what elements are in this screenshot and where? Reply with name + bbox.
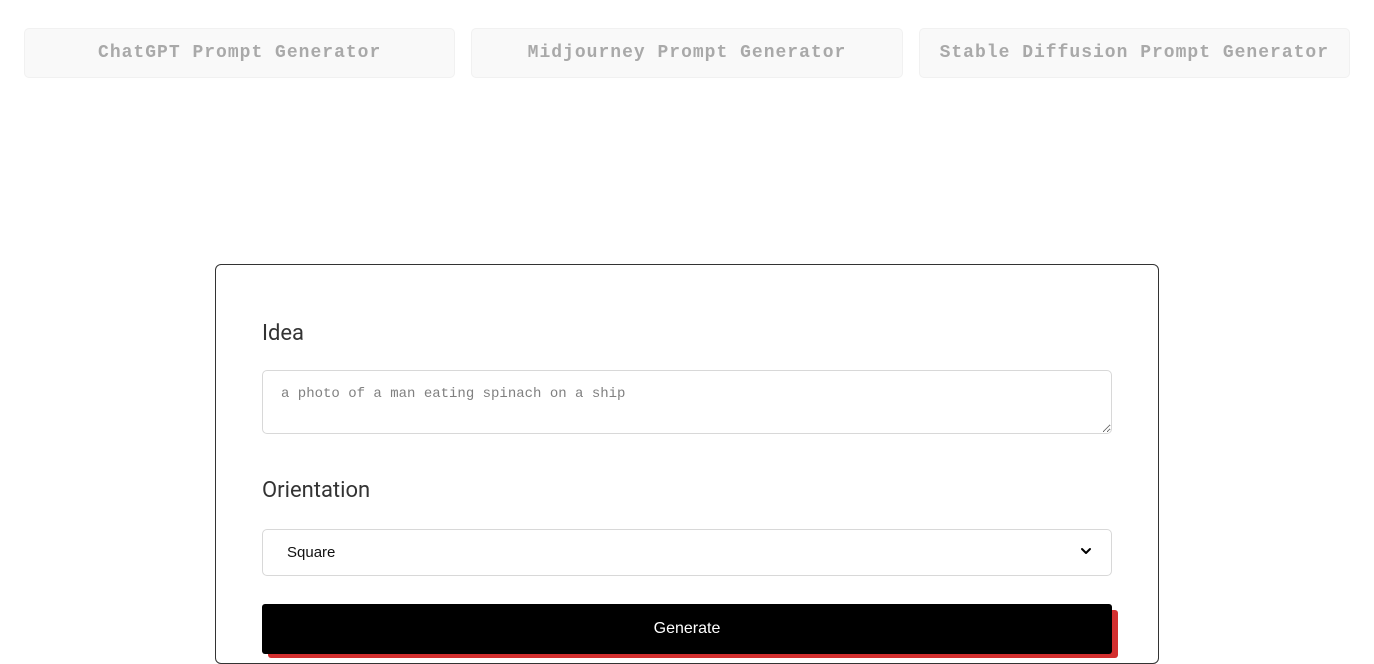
generator-tabs: ChatGPT Prompt Generator Midjourney Prom… <box>0 0 1374 78</box>
generate-row: Generate <box>262 604 1112 654</box>
generate-button[interactable]: Generate <box>262 604 1112 654</box>
prompt-form-card: Idea Orientation Square Generate <box>215 264 1159 664</box>
idea-label: Idea <box>262 321 1112 346</box>
orientation-select[interactable]: Square <box>262 529 1112 576</box>
orientation-label: Orientation <box>262 478 1112 503</box>
orientation-select-wrap: Square <box>262 529 1112 576</box>
tab-chatgpt[interactable]: ChatGPT Prompt Generator <box>24 28 455 78</box>
tab-midjourney[interactable]: Midjourney Prompt Generator <box>471 28 902 78</box>
idea-input[interactable] <box>262 370 1112 434</box>
tab-stable-diffusion[interactable]: Stable Diffusion Prompt Generator <box>919 28 1350 78</box>
